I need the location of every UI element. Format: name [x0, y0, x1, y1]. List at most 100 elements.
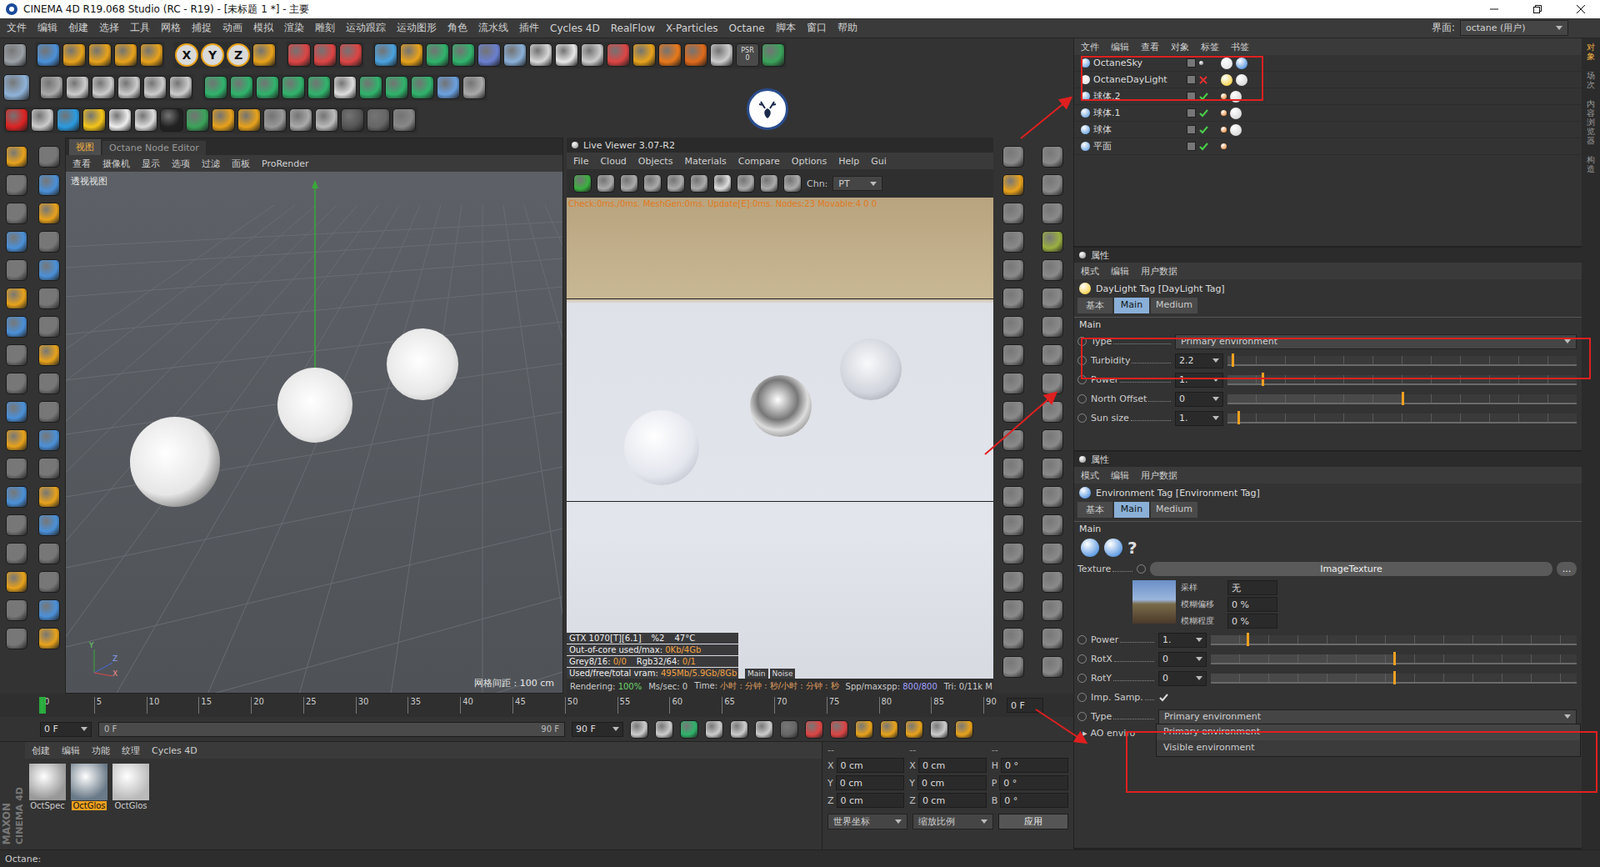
menu-item[interactable]: 网格 — [160, 20, 181, 35]
tool-icon[interactable] — [529, 43, 553, 67]
tool-icon[interactable] — [1041, 485, 1064, 508]
tool-icon[interactable] — [160, 108, 184, 132]
tool-icon[interactable] — [38, 627, 60, 650]
texture-button[interactable]: ... — [1556, 561, 1577, 576]
tool-icon[interactable] — [392, 108, 416, 132]
param-slider[interactable] — [1210, 635, 1577, 645]
tool-icon[interactable] — [5, 372, 28, 395]
value-field[interactable]: 0 ° — [1000, 792, 1069, 808]
axis-button[interactable]: Y — [200, 43, 225, 67]
panel-menu-item[interactable]: Gui — [870, 155, 887, 167]
help-button[interactable]: ? — [1127, 537, 1138, 558]
value-field[interactable]: 0 F — [1006, 697, 1044, 713]
panel-menu-item[interactable]: Help — [838, 155, 860, 167]
tool-icon[interactable] — [1002, 627, 1025, 650]
panel-menu-item[interactable]: 显示 — [141, 157, 160, 170]
tool-icon[interactable] — [1002, 655, 1025, 678]
menu-item[interactable]: 脚本 — [775, 20, 796, 35]
tool-icon[interactable] — [1041, 145, 1064, 168]
sphere-object[interactable] — [624, 410, 700, 485]
object-row[interactable]: 球体.1 — [1074, 105, 1582, 122]
tag-icon[interactable] — [1199, 60, 1204, 65]
tool-icon[interactable] — [5, 202, 28, 225]
tool-icon[interactable] — [1041, 514, 1064, 536]
tag-icon[interactable] — [1080, 91, 1090, 101]
tool-icon[interactable] — [281, 75, 305, 100]
tool-icon[interactable] — [1041, 174, 1064, 196]
tool-icon[interactable] — [38, 485, 60, 508]
tool-icon[interactable] — [5, 457, 28, 480]
value-field[interactable]: 0 cm — [836, 757, 905, 773]
panel-menu-item[interactable]: File — [573, 155, 589, 167]
tool-icon[interactable] — [40, 75, 64, 100]
tool-icon[interactable] — [108, 108, 132, 132]
tag-icon[interactable] — [1220, 143, 1227, 150]
tool-icon[interactable] — [1002, 145, 1025, 168]
tag-icon[interactable] — [1235, 57, 1248, 70]
tool-icon[interactable] — [1041, 344, 1064, 366]
panel-menu-item[interactable]: 摄像机 — [102, 157, 130, 170]
panel-menu-item[interactable]: Cloud — [600, 155, 626, 167]
tool-icon[interactable] — [5, 287, 28, 310]
tag-icon[interactable] — [1220, 110, 1227, 116]
menu-item[interactable]: 插件 — [519, 20, 540, 35]
tag-icon[interactable] — [1230, 107, 1242, 120]
select-box[interactable]: octane (用户) — [1460, 20, 1569, 36]
tool-icon[interactable] — [573, 174, 592, 193]
panel-tab[interactable]: 视图 — [69, 139, 101, 155]
tool-icon[interactable] — [117, 75, 141, 100]
side-tab[interactable]: 场次 — [1586, 68, 1595, 92]
tool-icon[interactable] — [38, 514, 60, 536]
tool-icon[interactable] — [38, 202, 60, 225]
animate-icon[interactable] — [1077, 375, 1087, 385]
panel-menu-item[interactable]: Options — [791, 155, 827, 167]
menu-item[interactable]: 选择 — [99, 20, 120, 35]
axis-button[interactable]: X — [175, 43, 199, 67]
tool-icon[interactable] — [38, 400, 60, 423]
tool-icon[interactable] — [38, 287, 60, 310]
tool-icon[interactable] — [730, 720, 749, 739]
panel-menu-item[interactable]: 纹理 — [121, 744, 140, 757]
mode-tab[interactable]: Main — [745, 668, 769, 679]
tool-icon[interactable] — [114, 43, 138, 67]
tool-icon[interactable] — [580, 43, 605, 67]
select-box[interactable]: Primary environmentPrimary environmentVi… — [1158, 709, 1577, 725]
tool-icon[interactable] — [374, 43, 398, 67]
tool-icon[interactable] — [1041, 429, 1064, 451]
attribute-tab[interactable]: Medium — [1150, 297, 1198, 314]
slider-thumb[interactable] — [1261, 372, 1265, 386]
value-field[interactable]: 0 — [1175, 391, 1224, 407]
tool-icon[interactable] — [830, 720, 849, 739]
tool-icon[interactable] — [643, 174, 662, 193]
tool-icon[interactable] — [658, 43, 682, 67]
side-tab[interactable]: 构造 — [1586, 152, 1595, 176]
value-field[interactable]: 0 cm — [918, 792, 987, 808]
menu-item[interactable]: RealFlow — [610, 22, 655, 35]
tool-icon[interactable] — [169, 75, 193, 100]
visibility-toggle[interactable] — [1199, 108, 1218, 118]
timeline-ruler[interactable]: 051015202530354045505560657075808590 — [41, 696, 1000, 714]
tool-icon[interactable] — [5, 542, 28, 565]
value-field[interactable]: 1. — [1175, 410, 1224, 426]
tool-icon[interactable] — [690, 174, 709, 193]
value-field[interactable]: 1. — [1175, 372, 1224, 388]
tag-icon[interactable] — [1080, 58, 1090, 68]
tool-icon[interactable] — [252, 43, 276, 67]
menu-item[interactable]: 雕刻 — [315, 20, 335, 35]
menu-item[interactable]: Cycles 4D — [550, 22, 600, 35]
tool-icon[interactable] — [38, 457, 60, 480]
tool-icon[interactable] — [5, 429, 28, 451]
visibility-toggle[interactable] — [1199, 75, 1218, 85]
material-item[interactable]: OctGlos — [70, 763, 109, 810]
tool-icon[interactable] — [65, 75, 90, 100]
tool-icon[interactable] — [1041, 655, 1064, 678]
tool-icon[interactable] — [1002, 400, 1025, 423]
panel-menu-item[interactable]: 面板 — [231, 157, 250, 170]
sphere-object[interactable] — [386, 328, 459, 400]
object-row[interactable]: 球体 — [1074, 121, 1582, 139]
panel-menu-item[interactable]: 编辑 — [1110, 469, 1130, 482]
tool-icon[interactable] — [340, 108, 365, 132]
value-field[interactable]: 0 cm — [836, 792, 905, 808]
tool-icon[interactable] — [359, 75, 383, 100]
panel-menu-item[interactable]: 编辑 — [1110, 40, 1130, 54]
